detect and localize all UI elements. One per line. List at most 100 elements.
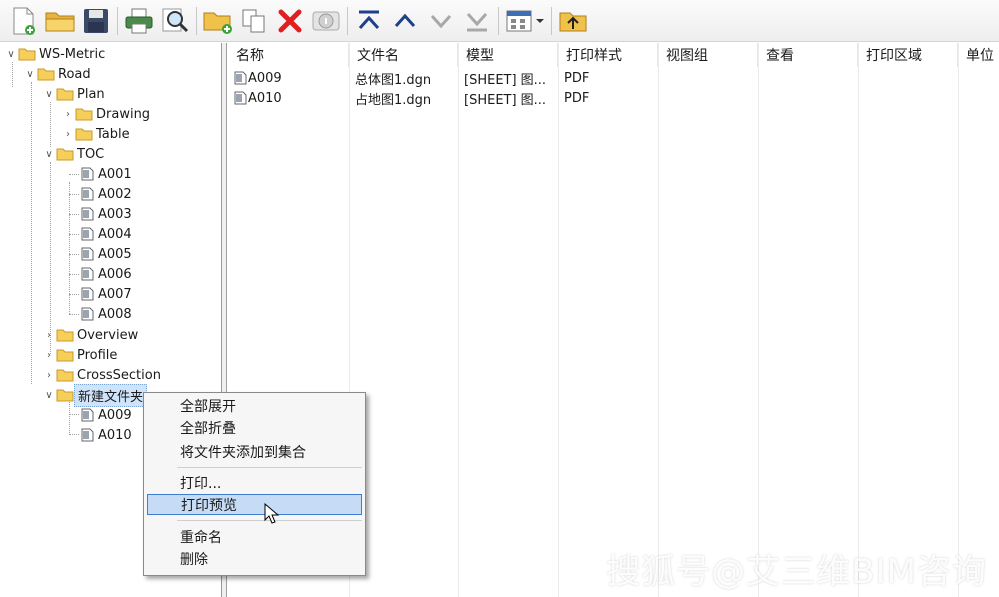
tree-label: Profile	[77, 347, 118, 363]
collapse-icon[interactable]: ∨	[23, 69, 37, 80]
tree-node-ws-metric[interactable]: ∨ WS-Metric	[4, 44, 108, 64]
folder-open-icon	[56, 389, 74, 402]
menu-item-delete[interactable]: 删除	[147, 548, 362, 569]
menu-item-print[interactable]: 打印...	[147, 472, 362, 493]
print-icon[interactable]	[121, 3, 157, 39]
cell-filename: 占地图1.dgn	[355, 92, 432, 108]
menu-separator	[177, 467, 362, 468]
move-bottom-icon[interactable]	[459, 3, 495, 39]
tree-node-overview[interactable]: › Overview	[42, 325, 141, 345]
watermark: 搜狐号@艾三维BIM咨询	[606, 552, 987, 592]
folder-open-icon	[56, 88, 74, 101]
column-header-view[interactable]: 查看	[758, 43, 858, 67]
folder-icon	[56, 329, 74, 342]
tree-label-selected: 新建文件夹	[74, 383, 148, 407]
tree-node-plan[interactable]: ∨ Plan	[42, 84, 108, 104]
expand-icon[interactable]: ›	[61, 109, 75, 120]
sheet-icon	[81, 428, 94, 442]
sheet-icon	[81, 247, 94, 261]
column-header-name[interactable]: 名称	[228, 43, 349, 67]
toolbar-separator	[196, 6, 197, 35]
tree-node-sheet[interactable]: A005	[79, 244, 135, 264]
toolbar-separator	[117, 6, 118, 35]
expand-icon[interactable]: ›	[61, 129, 75, 140]
menu-item-collapse-all[interactable]: 全部折叠	[147, 417, 362, 438]
tree-label: TOC	[77, 146, 105, 162]
tree-node-table[interactable]: › Table	[61, 124, 133, 144]
tree-node-drawing[interactable]: › Drawing	[61, 104, 153, 124]
tree-label: Drawing	[96, 106, 151, 122]
menu-item-add-folder-to-set[interactable]: 将文件夹添加到集合	[147, 441, 362, 462]
tree-node-sheet[interactable]: A002	[79, 184, 135, 204]
column-divider	[958, 43, 959, 597]
column-divider	[758, 43, 759, 597]
sheet-icon	[81, 187, 94, 201]
tree-node-sheet[interactable]: A006	[79, 264, 135, 284]
menu-item-expand-all[interactable]: 全部展开	[147, 395, 362, 416]
tree-label: A003	[98, 206, 132, 222]
column-header-units[interactable]: 单位	[958, 43, 999, 67]
column-header-print-area[interactable]: 打印区域	[858, 43, 958, 67]
tree-node-sheet[interactable]: A008	[79, 304, 135, 324]
view-options-icon[interactable]	[502, 3, 548, 39]
column-divider	[558, 43, 559, 597]
tree-label: A007	[98, 286, 132, 302]
cell-name: A010	[248, 90, 282, 106]
tree-node-sheet[interactable]: A007	[79, 284, 135, 304]
new-file-icon[interactable]	[6, 3, 42, 39]
copy-icon[interactable]	[236, 3, 272, 39]
tree-label: A008	[98, 306, 132, 322]
sheet-icon	[81, 307, 94, 321]
save-icon[interactable]	[78, 3, 114, 39]
cell-filename: 总体图1.dgn	[355, 72, 432, 88]
column-divider	[658, 43, 659, 597]
expand-icon[interactable]: ›	[42, 350, 56, 361]
tree-node-profile[interactable]: › Profile	[42, 345, 120, 365]
new-folder-icon[interactable]	[200, 3, 236, 39]
tree-node-new-folder[interactable]: ∨ 新建文件夹	[42, 383, 148, 407]
tree-node-sheet[interactable]: A009	[79, 405, 135, 425]
open-folder-icon[interactable]	[42, 3, 78, 39]
mouse-cursor-icon	[264, 502, 280, 529]
toolbar-separator	[347, 6, 348, 35]
column-header-filename[interactable]: 文件名	[349, 43, 458, 67]
toolbar-separator	[551, 6, 552, 35]
column-header-view-group[interactable]: 视图组	[658, 43, 758, 67]
tree-node-crosssection[interactable]: › CrossSection	[42, 365, 164, 385]
column-header-print-style[interactable]: 打印样式	[558, 43, 658, 67]
collapse-icon[interactable]: ∨	[4, 49, 18, 60]
sheet-icon	[234, 91, 247, 105]
move-top-icon[interactable]	[351, 3, 387, 39]
tree-node-sheet[interactable]: A001	[79, 164, 135, 184]
folder-icon	[56, 369, 74, 382]
menu-item-rename[interactable]: 重命名	[147, 526, 362, 547]
properties-icon[interactable]	[308, 3, 344, 39]
expand-icon[interactable]: ›	[42, 330, 56, 341]
up-level-icon[interactable]	[555, 3, 591, 39]
expand-icon[interactable]: ›	[42, 370, 56, 381]
tree-label: WS-Metric	[39, 46, 106, 62]
zoom-icon[interactable]	[157, 3, 193, 39]
table-row[interactable]: A010 占地图1.dgn [SHEET] 图... PDF	[228, 88, 658, 108]
list-header: 名称 文件名 模型 打印样式 视图组 查看 打印区域 单位	[228, 43, 999, 67]
column-divider	[858, 43, 859, 597]
collapse-icon[interactable]: ∨	[42, 390, 56, 401]
cell-name: A009	[248, 70, 282, 86]
move-up-icon[interactable]	[387, 3, 423, 39]
tree-node-sheet[interactable]: A003	[79, 204, 135, 224]
move-down-icon[interactable]	[423, 3, 459, 39]
column-divider	[458, 43, 459, 597]
collapse-icon[interactable]: ∨	[42, 89, 56, 100]
table-row[interactable]: A009 总体图1.dgn [SHEET] 图... PDF	[228, 68, 658, 88]
column-header-model[interactable]: 模型	[458, 43, 558, 67]
collapse-icon[interactable]: ∨	[42, 149, 56, 160]
tree-label: CrossSection	[77, 367, 161, 383]
sheet-icon	[81, 227, 94, 241]
delete-icon[interactable]	[272, 3, 308, 39]
tree-node-sheet[interactable]: A010	[79, 425, 135, 445]
tree-node-toc[interactable]: ∨ TOC	[42, 144, 107, 164]
sheet-icon	[234, 71, 247, 85]
menu-item-print-preview[interactable]: 打印预览	[147, 494, 362, 515]
tree-node-road[interactable]: ∨ Road	[23, 64, 94, 84]
tree-node-sheet[interactable]: A004	[79, 224, 135, 244]
